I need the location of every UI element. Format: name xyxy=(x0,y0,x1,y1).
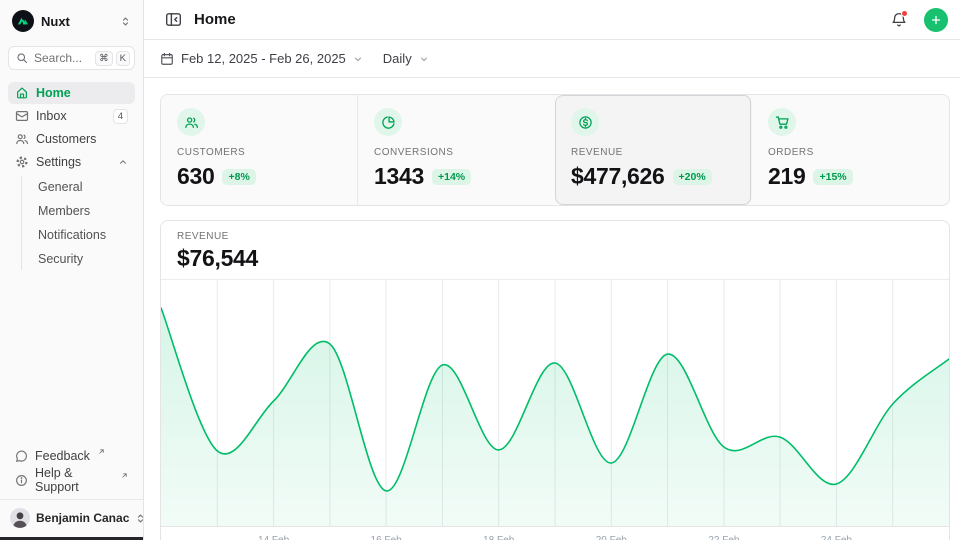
svg-text:16 Feb: 16 Feb xyxy=(371,535,403,540)
sidebar-item-notifications[interactable]: Notifications xyxy=(22,224,135,246)
kbd-cmd: ⌘ xyxy=(95,51,113,66)
stat-value: 630 xyxy=(177,163,214,190)
stat-value: 219 xyxy=(768,163,805,190)
plus-icon xyxy=(930,14,942,26)
sidebar-item-customers[interactable]: Customers xyxy=(8,128,135,150)
user-name: Benjamin Canac xyxy=(36,511,129,525)
feedback-link[interactable]: Feedback xyxy=(8,445,135,467)
app-window: Nuxt Search... ⌘ K Home Inbox 4 xyxy=(0,0,960,540)
inbox-icon xyxy=(15,109,29,123)
chevrons-up-down-icon xyxy=(135,513,146,524)
stat-label: REVENUE xyxy=(571,147,735,158)
nuxt-logo-icon xyxy=(12,10,34,32)
sidebar-item-general[interactable]: General xyxy=(22,176,135,198)
stat-delta-badge: +14% xyxy=(432,169,471,185)
chat-bubble-icon xyxy=(15,450,28,463)
external-link-icon xyxy=(121,472,128,479)
stat-delta-badge: +8% xyxy=(222,169,255,185)
sidebar-item-label: Customers xyxy=(36,132,128,146)
notifications-button[interactable] xyxy=(886,7,912,33)
stat-card-orders[interactable]: ORDERS 219 +15% xyxy=(752,95,949,205)
help-support-link[interactable]: Help & Support xyxy=(8,469,135,491)
chart-title: REVENUE xyxy=(177,231,933,242)
sidebar-nav: Home Inbox 4 Customers Settings General xyxy=(8,82,135,270)
date-range-label: Feb 12, 2025 - Feb 26, 2025 xyxy=(181,51,346,66)
user-menu[interactable]: Benjamin Canac xyxy=(0,499,143,536)
chart-header: REVENUE $76,544 xyxy=(161,221,949,280)
sidebar-item-home[interactable]: Home xyxy=(8,82,135,104)
chart-plot[interactable]: 14 Feb 16 Feb 18 Feb 20 Feb 22 Feb 24 Feb xyxy=(161,280,949,540)
search-shortcut: ⌘ K xyxy=(95,51,130,66)
main-panel: Home Feb 12, 2025 - Feb 26, 2025 Daily xyxy=(144,0,960,540)
stat-label: CONVERSIONS xyxy=(374,147,538,158)
filter-toolbar: Feb 12, 2025 - Feb 26, 2025 Daily xyxy=(144,40,960,78)
page-title: Home xyxy=(194,11,878,28)
stat-value: 1343 xyxy=(374,163,424,190)
stat-label: CUSTOMERS xyxy=(177,147,341,158)
sidebar-item-settings[interactable]: Settings xyxy=(8,151,135,173)
calendar-icon xyxy=(160,52,174,66)
pie-chart-icon xyxy=(374,108,402,136)
sidebar: Nuxt Search... ⌘ K Home Inbox 4 xyxy=(0,0,144,540)
footer-item-label: Help & Support xyxy=(35,466,113,494)
chevron-down-icon xyxy=(419,54,429,64)
stat-delta-badge: +15% xyxy=(813,169,852,185)
stat-card-customers[interactable]: CUSTOMERS 630 +8% xyxy=(161,95,358,205)
sidebar-item-label: Inbox xyxy=(36,109,106,123)
notification-dot xyxy=(901,10,908,17)
search-input[interactable]: Search... ⌘ K xyxy=(8,46,135,70)
sidebar-item-label: Home xyxy=(36,86,128,100)
stat-value: $477,626 xyxy=(571,163,665,190)
chevron-down-icon xyxy=(353,54,363,64)
cart-icon xyxy=(768,108,796,136)
kbd-k: K xyxy=(116,51,130,66)
search-placeholder: Search... xyxy=(34,51,89,65)
info-circle-icon xyxy=(15,474,28,487)
sidebar-footer: Feedback Help & Support xyxy=(8,445,135,499)
users-icon xyxy=(177,108,205,136)
sidebar-item-inbox[interactable]: Inbox 4 xyxy=(8,105,135,127)
team-switcher[interactable]: Nuxt xyxy=(8,8,135,34)
avatar xyxy=(10,508,30,528)
sidebar-item-members[interactable]: Members xyxy=(22,200,135,222)
search-icon xyxy=(16,52,28,64)
add-button[interactable] xyxy=(924,8,948,32)
stat-card-conversions[interactable]: CONVERSIONS 1343 +14% xyxy=(358,95,555,205)
svg-text:14 Feb: 14 Feb xyxy=(258,535,290,540)
granularity-label: Daily xyxy=(383,51,412,66)
external-link-icon xyxy=(98,448,105,455)
users-icon xyxy=(15,132,29,146)
sidebar-collapse-button[interactable] xyxy=(160,7,186,33)
footer-item-label: Feedback xyxy=(35,449,90,463)
inbox-count-badge: 4 xyxy=(113,109,128,124)
granularity-select[interactable]: Daily xyxy=(383,51,429,66)
home-icon xyxy=(15,86,29,100)
content-area: CUSTOMERS 630 +8% CONVERSIONS 1343 +14% xyxy=(144,78,960,540)
dollar-circle-icon xyxy=(571,108,599,136)
topbar: Home xyxy=(144,0,960,40)
sidebar-spacer xyxy=(8,270,135,445)
revenue-chart-card: REVENUE $76,544 14 Feb 16 Feb 18 Feb 20 Feb… xyxy=(160,220,950,540)
stat-card-revenue[interactable]: REVENUE $477,626 +20% xyxy=(555,95,752,205)
svg-text:24 Feb: 24 Feb xyxy=(821,535,853,540)
team-name: Nuxt xyxy=(41,14,113,29)
chart-total-value: $76,544 xyxy=(177,245,933,271)
stats-row: CUSTOMERS 630 +8% CONVERSIONS 1343 +14% xyxy=(160,94,950,206)
svg-text:22 Feb: 22 Feb xyxy=(708,535,740,540)
chevron-up-icon xyxy=(118,157,128,167)
gear-icon xyxy=(15,155,29,169)
stat-label: ORDERS xyxy=(768,147,933,158)
date-range-picker[interactable]: Feb 12, 2025 - Feb 26, 2025 xyxy=(160,51,363,66)
svg-text:18 Feb: 18 Feb xyxy=(483,535,515,540)
chevrons-up-down-icon xyxy=(120,16,131,27)
settings-subnav: General Members Notifications Security xyxy=(21,176,135,270)
sidebar-item-security[interactable]: Security xyxy=(22,248,135,270)
panel-left-close-icon xyxy=(165,11,182,28)
revenue-area-chart: 14 Feb 16 Feb 18 Feb 20 Feb 22 Feb 24 Feb xyxy=(161,280,949,540)
svg-text:20 Feb: 20 Feb xyxy=(596,535,628,540)
stat-delta-badge: +20% xyxy=(673,169,712,185)
sidebar-item-label: Settings xyxy=(36,155,111,169)
